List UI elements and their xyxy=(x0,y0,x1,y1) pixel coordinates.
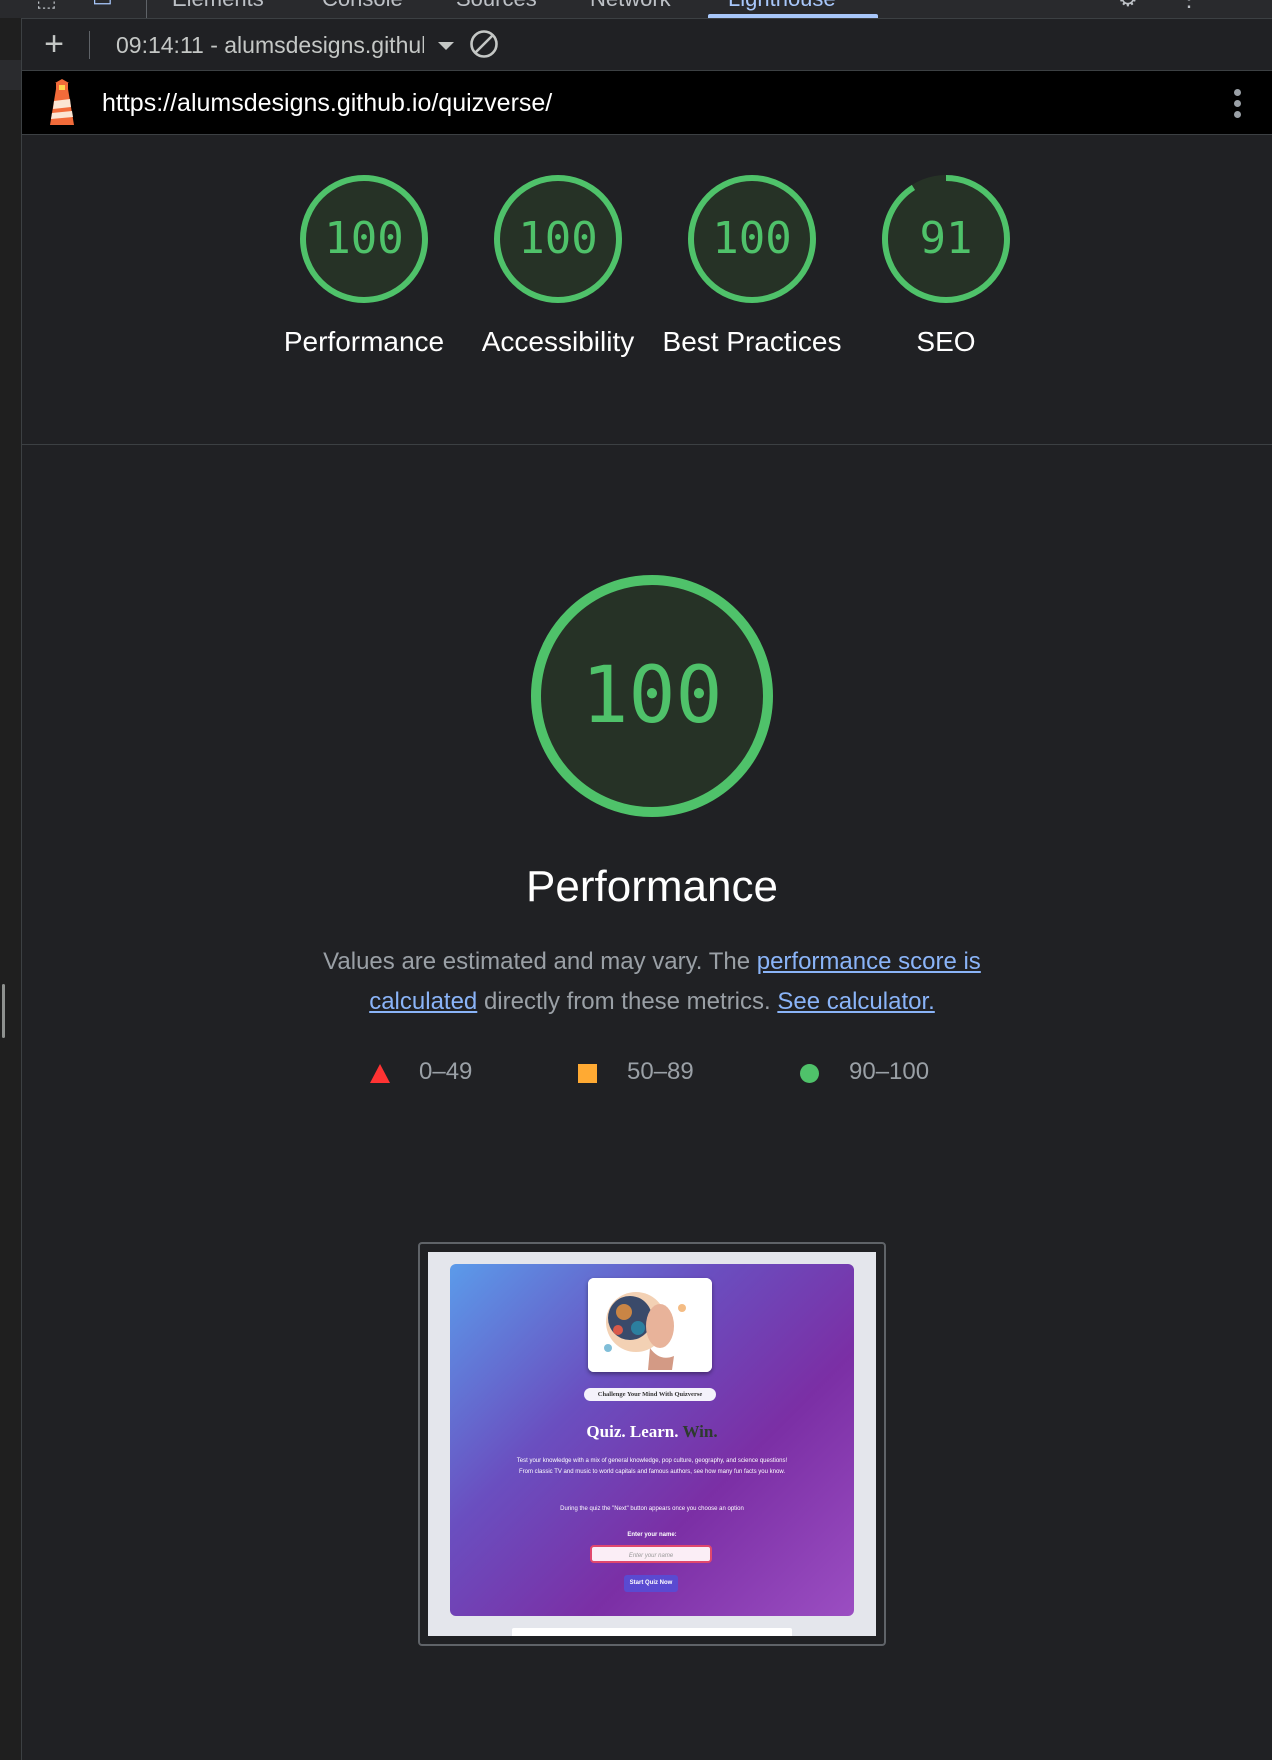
clear-icon[interactable] xyxy=(468,28,500,60)
toolbar-divider xyxy=(89,31,90,59)
gauge-label: Best Practices xyxy=(662,326,842,357)
gauge-label: Performance xyxy=(283,326,445,357)
tab-elements[interactable]: Elements xyxy=(172,0,264,12)
performance-score: 100 xyxy=(581,651,723,741)
score-scale-legend: 0–49 50–89 90–100 xyxy=(0,1055,1272,1091)
gauge-label: Accessibility xyxy=(481,326,635,357)
headline-accent: Win. xyxy=(682,1422,718,1441)
description-text: Values are estimated and may vary. The xyxy=(323,948,757,975)
active-tab-indicator xyxy=(708,14,878,18)
tab-sources[interactable]: Sources xyxy=(456,0,537,12)
report-selector-label: 09:14:11 - alumsdesigns.github.io xyxy=(116,32,424,58)
left-gutter xyxy=(0,18,22,1760)
devtools-tab-bar: ⬚ ▭ Elements Console Sources Network Lig… xyxy=(0,0,1272,19)
headline-text: Quiz. Learn. xyxy=(586,1422,683,1441)
performance-description: Values are estimated and may vary. The p… xyxy=(290,942,1014,1022)
lighthouse-icon xyxy=(50,79,74,125)
tab-network[interactable]: Network xyxy=(590,0,671,12)
chevron-down-icon xyxy=(438,42,454,50)
description-text-2: directly from these metrics. xyxy=(477,988,778,1015)
lighthouse-toolbar: + 09:14:11 - alumsdesigns.github.io xyxy=(22,19,1272,71)
see-calculator-link[interactable]: See calculator. xyxy=(777,988,934,1015)
hero-badge: Challenge Your Mind With Quizverse xyxy=(584,1388,716,1401)
kebab-menu-icon[interactable] xyxy=(1226,85,1250,121)
hero-headline: Quiz. Learn. Win. xyxy=(450,1422,854,1442)
report-url[interactable]: https://alumsdesigns.github.io/quizverse… xyxy=(102,89,552,118)
hero-illustration xyxy=(588,1278,712,1372)
square-icon xyxy=(578,1064,597,1083)
inspect-icon[interactable]: ⬚ xyxy=(36,0,57,12)
performance-title: Performance xyxy=(526,862,778,911)
next-section-edge xyxy=(512,1628,792,1636)
name-label: Enter your name: xyxy=(627,1532,677,1538)
gauge-score: 100 xyxy=(518,213,598,264)
quiz-note: During the quiz the "Next" button appear… xyxy=(560,1506,744,1512)
legend-range: 50–89 xyxy=(627,1058,694,1085)
more-options-icon[interactable]: ⋮ xyxy=(1178,0,1200,12)
gauge-score: 100 xyxy=(324,213,404,264)
gauge-score: 91 xyxy=(919,213,973,264)
tab-console[interactable]: Console xyxy=(322,0,403,12)
triangle-icon xyxy=(370,1064,390,1083)
category-gauges: 100 Performance 100 Accessibility 100 Be… xyxy=(22,135,1272,445)
toolbar-separator xyxy=(146,0,147,18)
name-input: Enter your name xyxy=(590,1545,712,1563)
hero-paragraph: Test your knowledge with a mix of genera… xyxy=(516,1458,788,1475)
plus-icon[interactable]: + xyxy=(38,27,70,61)
quiz-hero-card: Challenge Your Mind With Quizverse Quiz.… xyxy=(450,1264,854,1616)
circle-icon xyxy=(800,1064,819,1083)
tab-lighthouse[interactable]: Lighthouse xyxy=(728,0,836,12)
report-url-bar: https://alumsdesigns.github.io/quizverse… xyxy=(22,71,1272,135)
screenshot-viewport: Challenge Your Mind With Quizverse Quiz.… xyxy=(428,1252,876,1636)
device-toggle-icon[interactable]: ▭ xyxy=(92,0,113,12)
settings-icon[interactable]: ⚙ xyxy=(1118,0,1138,12)
final-screenshot[interactable]: Challenge Your Mind With Quizverse Quiz.… xyxy=(418,1242,886,1646)
gauge-score: 100 xyxy=(712,213,792,264)
legend-range: 0–49 xyxy=(419,1058,473,1085)
start-quiz-button: Start Quiz Now xyxy=(624,1575,678,1592)
hero-image xyxy=(588,1278,712,1372)
legend-range: 90–100 xyxy=(849,1058,930,1085)
gutter-highlight xyxy=(0,60,21,90)
report-selector[interactable]: 09:14:11 - alumsdesigns.github.io xyxy=(116,25,474,63)
panel-resize-handle[interactable] xyxy=(2,984,5,1038)
gauge-label: SEO xyxy=(916,326,976,357)
